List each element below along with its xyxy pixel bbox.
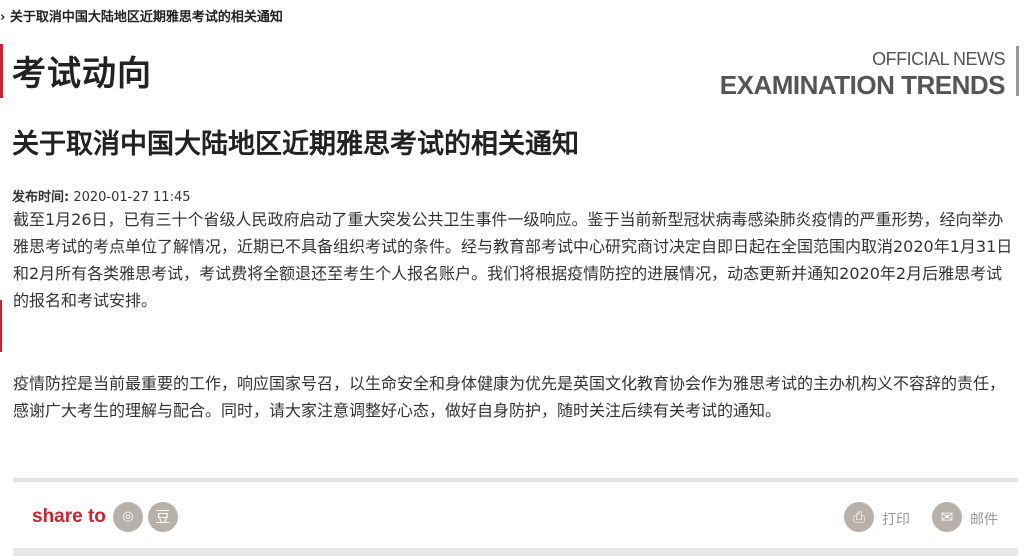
share-label: share to xyxy=(32,506,106,527)
publish-label: 发布时间: xyxy=(12,190,70,205)
douban-icon: 豆 xyxy=(155,508,171,526)
breadcrumb: › 关于取消中国大陆地区近期雅思考试的相关通知 xyxy=(0,10,283,25)
printer-icon: ⎙ xyxy=(852,508,865,526)
english-heading-bar xyxy=(1016,46,1019,96)
divider xyxy=(13,478,1018,482)
publish-meta: 发布时间: 2020-01-27 11:45 xyxy=(12,186,191,205)
mail-icon: ✉ xyxy=(940,508,954,526)
section-english-subtitle: OFFICIAL NEWS xyxy=(872,49,1005,69)
section-accent-bar xyxy=(0,44,3,98)
side-accent-mark xyxy=(0,300,2,352)
article-title: 关于取消中国大陆地区近期雅思考试的相关通知 xyxy=(12,129,579,160)
weibo-share-button[interactable]: ◎ xyxy=(113,502,143,532)
section-title: 考试动向 xyxy=(12,54,152,94)
bottom-bar xyxy=(13,548,1018,556)
section-english-title: EXAMINATION TRENDS xyxy=(719,70,1006,100)
douban-share-button[interactable]: 豆 xyxy=(148,502,178,532)
mail-link[interactable]: 邮件 xyxy=(970,509,998,529)
article-paragraph: 截至1月26日，已有三十个省级人民政府启动了重大突发公共卫生事件一级响应。鉴于当… xyxy=(13,210,1013,310)
print-link[interactable]: 打印 xyxy=(882,509,910,529)
section-english-heading: OFFICIAL NEWS EXAMINATION TRENDS xyxy=(719,48,1006,100)
mail-button[interactable]: ✉ xyxy=(932,502,962,532)
publish-time: 2020-01-27 11:45 xyxy=(73,190,191,205)
article-paragraph: 疫情防控是当前最重要的工作，响应国家号召，以生命安全和身体健康为优先是英国文化教… xyxy=(13,374,1006,420)
print-button[interactable]: ⎙ xyxy=(844,502,874,532)
weibo-icon: ◎ xyxy=(122,509,134,524)
